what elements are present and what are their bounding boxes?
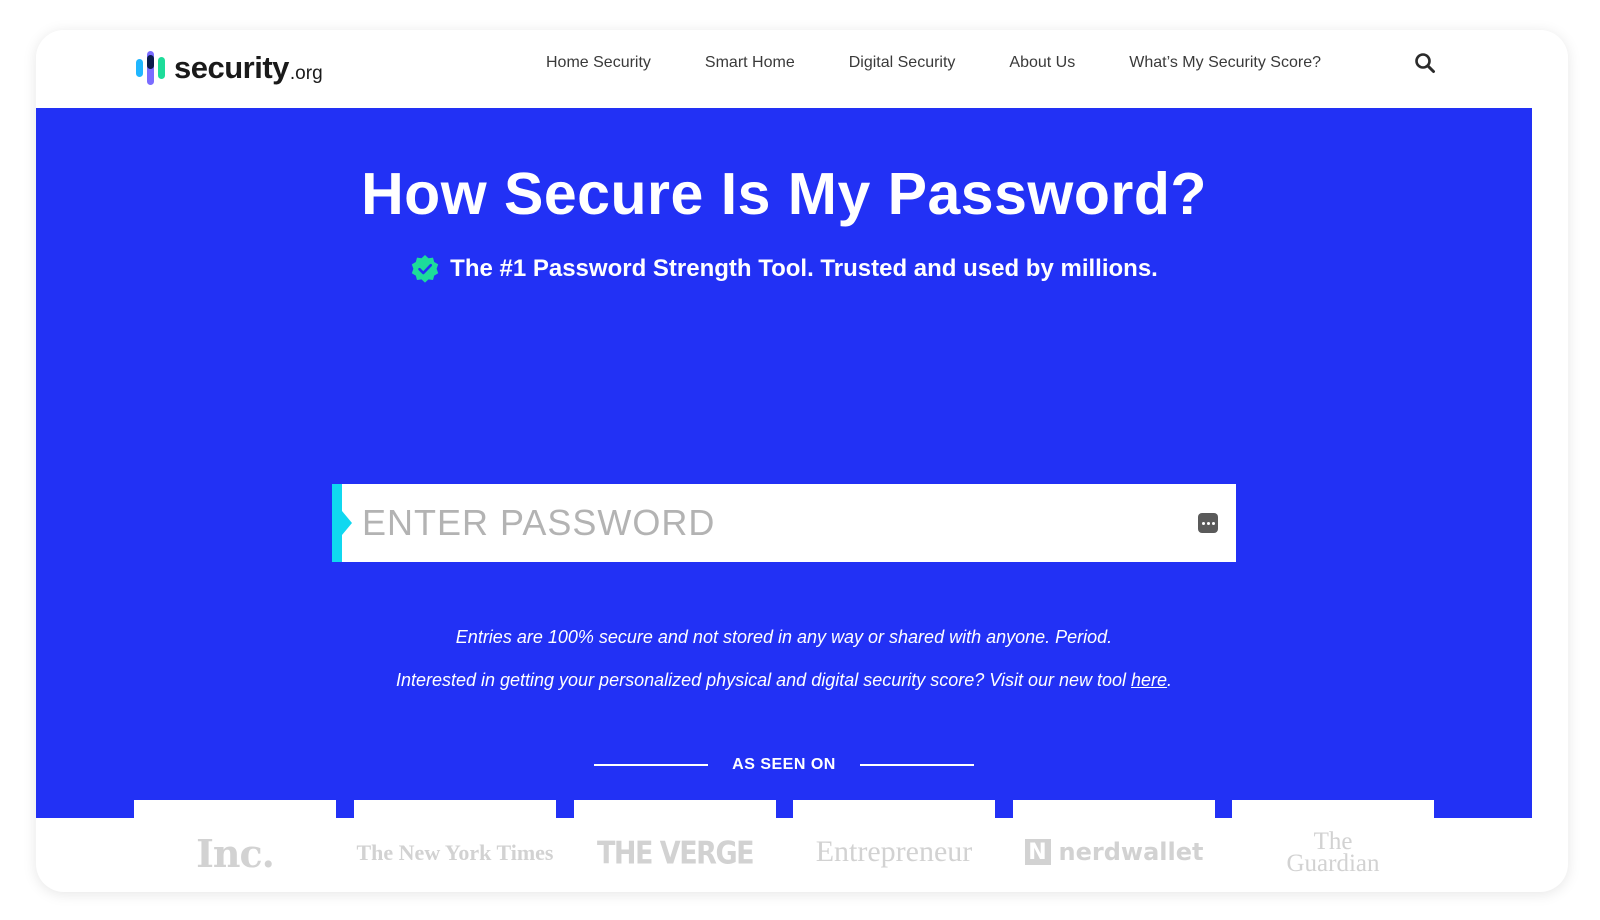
verified-badge-icon xyxy=(411,255,439,283)
as-seen-on-heading: AS SEEN ON xyxy=(36,756,1532,774)
press-nyt-text: The New York Times xyxy=(356,840,554,865)
press-logo-nerdwallet: N nerdwallet xyxy=(1013,800,1215,892)
privacy-note: Entries are 100% secure and not stored i… xyxy=(455,627,1113,647)
scrollbar-gap xyxy=(1532,108,1568,208)
press-nerdwallet: N nerdwallet xyxy=(1024,838,1204,866)
security-score-note-text: Interested in getting your personalized … xyxy=(395,670,1132,690)
logo-tld: .org xyxy=(289,63,323,84)
password-field-container xyxy=(332,484,1236,562)
nav-about-us[interactable]: About Us xyxy=(1009,52,1075,74)
as-seen-on-label: AS SEEN ON xyxy=(732,756,836,773)
press-logos: Inc. The New York Times THE VERGE Entrep… xyxy=(134,800,1434,892)
divider-left xyxy=(594,764,709,766)
main-nav: Home Security Smart Home Digital Securit… xyxy=(546,52,1375,74)
hero-subtitle: The #1 Password Strength Tool. Trusted a… xyxy=(36,254,1532,284)
press-entrepreneur-text: Entrepreneur xyxy=(815,835,973,868)
password-input[interactable] xyxy=(362,498,1162,548)
logo-mark-icon xyxy=(136,51,168,85)
press-guardian: The Guardian xyxy=(1286,829,1380,877)
search-icon[interactable] xyxy=(1414,52,1436,74)
security-score-note-period: . xyxy=(1167,670,1173,690)
press-logo-nyt: The New York Times xyxy=(354,800,556,892)
security-score-link[interactable]: here xyxy=(1131,670,1167,690)
press-inc-text: Inc. xyxy=(196,830,275,876)
press-verge-text: THE VERGE xyxy=(596,835,755,871)
nav-digital-security[interactable]: Digital Security xyxy=(849,52,956,74)
press-logo-verge: THE VERGE xyxy=(574,800,776,892)
security-score-note: Interested in getting your personalized … xyxy=(36,670,1532,691)
browser-frame: security .org Home Security Smart Home D… xyxy=(36,30,1568,892)
press-nerdwallet-text: nerdwallet xyxy=(1058,838,1204,866)
input-accent-arrow xyxy=(342,511,352,535)
press-logo-entrepreneur: Entrepreneur xyxy=(793,800,995,892)
password-manager-icon[interactable] xyxy=(1198,513,1218,533)
hero-section: How Secure Is My Password? The #1 Passwo… xyxy=(36,108,1532,818)
press-logo-inc: Inc. xyxy=(134,800,336,892)
input-accent-bar xyxy=(332,484,342,562)
hero-subtitle-text: The #1 Password Strength Tool. Trusted a… xyxy=(450,255,1158,282)
logo-text: security xyxy=(174,50,289,85)
site-header: security .org Home Security Smart Home D… xyxy=(36,30,1568,108)
press-logo-guardian: The Guardian xyxy=(1232,800,1434,892)
page-title: How Secure Is My Password? xyxy=(361,161,1207,227)
nerdwallet-n-icon: N xyxy=(1024,839,1051,865)
nav-home-security[interactable]: Home Security xyxy=(546,52,651,74)
divider-right xyxy=(859,764,974,766)
nav-security-score[interactable]: What’s My Security Score? xyxy=(1129,52,1321,74)
nav-smart-home[interactable]: Smart Home xyxy=(705,52,795,74)
site-logo[interactable]: security .org xyxy=(136,48,323,88)
press-guardian-line2: Guardian xyxy=(1286,850,1380,877)
